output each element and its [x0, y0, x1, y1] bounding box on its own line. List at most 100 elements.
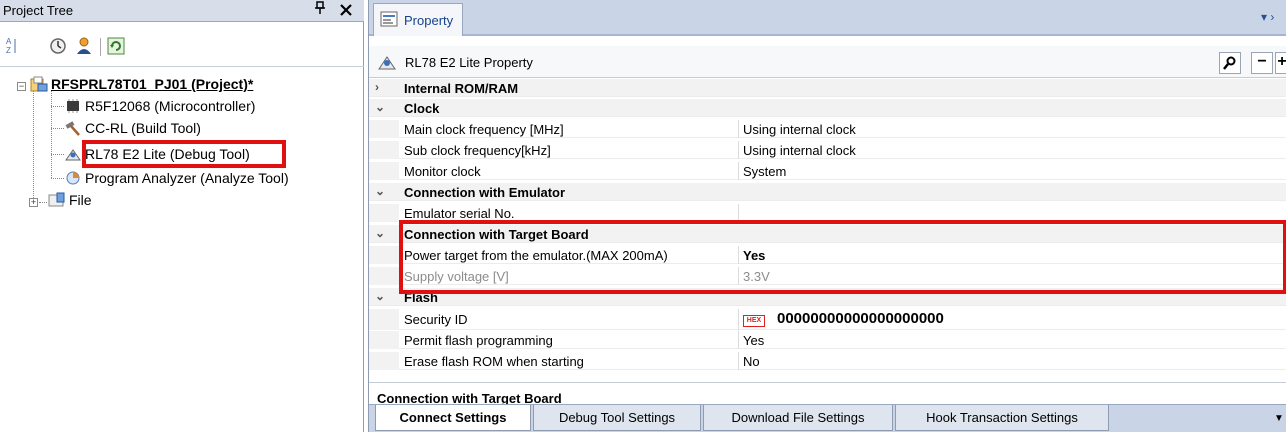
- property-value[interactable]: Yes: [743, 333, 764, 348]
- row-gutter: [369, 331, 399, 349]
- tree-line: [51, 128, 64, 129]
- pin-icon[interactable]: [314, 1, 326, 18]
- tab-label: Property: [404, 13, 454, 28]
- category-connection-emulator[interactable]: ⌄ Connection with Emulator: [369, 183, 1286, 201]
- property-header: RL78 E2 Lite Property − +: [369, 46, 1286, 78]
- column-divider: [738, 141, 739, 159]
- search-icon[interactable]: [1219, 52, 1241, 74]
- row-gutter: [369, 309, 399, 330]
- property-row[interactable]: Monitor clock System: [369, 162, 1286, 180]
- project-tree-toolbar: AZ: [0, 34, 364, 60]
- row-gutter: [369, 246, 399, 264]
- close-icon[interactable]: [340, 0, 352, 21]
- debug-tool-icon: [377, 53, 397, 74]
- chevron-down-icon[interactable]: ▾ ›: [1261, 10, 1274, 24]
- property-name: Main clock frequency [MHz]: [404, 122, 564, 137]
- tab-label: Download File Settings: [731, 410, 865, 425]
- analyzer-icon: [64, 170, 82, 186]
- expand-all-button[interactable]: +: [1275, 52, 1286, 74]
- property-row[interactable]: Sub clock frequency[kHz] Using internal …: [369, 141, 1286, 159]
- tab-label: Debug Tool Settings: [558, 410, 676, 425]
- category-clock[interactable]: ⌄ Clock: [369, 99, 1286, 117]
- property-value[interactable]: Using internal clock: [743, 143, 856, 158]
- tree-item-file[interactable]: File: [48, 190, 92, 210]
- property-name: Emulator serial No.: [404, 206, 515, 221]
- toolbar-separator: [100, 38, 101, 56]
- bottom-tabbar: Connect Settings Debug Tool Settings Dow…: [369, 404, 1286, 432]
- chevron-right-icon[interactable]: ›: [375, 80, 389, 94]
- row-gutter: [369, 352, 399, 370]
- chevron-down-icon[interactable]: ⌄: [375, 289, 389, 303]
- user-icon[interactable]: [74, 36, 94, 56]
- clock-icon[interactable]: [48, 36, 68, 56]
- tab-hook-transaction-settings[interactable]: Hook Transaction Settings: [895, 405, 1109, 431]
- property-name: Security ID: [404, 312, 468, 327]
- collapse-toggle[interactable]: −: [17, 82, 26, 91]
- property-row[interactable]: Security ID HEX 00000000000000000000: [369, 309, 1286, 330]
- tree-item-project[interactable]: RFSPRL78T01_PJ01 (Project)*: [30, 74, 253, 94]
- hex-badge: HEX: [743, 315, 765, 327]
- column-divider: [738, 352, 739, 370]
- tree-item-analyze-tool[interactable]: Program Analyzer (Analyze Tool): [64, 168, 289, 188]
- project-label: RFSPRL78T01_PJ01 (Project)*: [51, 76, 254, 92]
- tab-connect-settings[interactable]: Connect Settings: [375, 405, 531, 431]
- expand-toggle[interactable]: +: [29, 198, 38, 207]
- row-gutter: [369, 162, 399, 180]
- collapse-all-button[interactable]: −: [1251, 52, 1273, 74]
- row-gutter: [369, 267, 399, 285]
- debug-tool-icon: [64, 146, 82, 162]
- chevron-down-icon[interactable]: ⌄: [375, 184, 389, 198]
- chip-icon: [64, 98, 82, 114]
- project-tree-title: Project Tree: [3, 3, 74, 18]
- row-gutter: [369, 204, 399, 222]
- chevron-down-icon[interactable]: ▼: [1274, 413, 1284, 424]
- property-tabbar: Property ▾ ›: [369, 0, 1286, 36]
- chevron-down-icon[interactable]: ⌄: [375, 100, 389, 114]
- property-value[interactable]: No: [743, 354, 760, 369]
- property-value[interactable]: 00000000000000000000: [777, 310, 944, 327]
- project-icon: [30, 76, 48, 92]
- highlight-box: [82, 140, 286, 168]
- tree-line: [33, 86, 34, 202]
- property-name: Permit flash programming: [404, 333, 553, 348]
- property-value[interactable]: System: [743, 164, 786, 179]
- category-label: Connection with Emulator: [404, 185, 566, 200]
- tab-property[interactable]: Property: [373, 3, 463, 36]
- property-name: Monitor clock: [404, 164, 481, 179]
- chevron-down-icon[interactable]: ⌄: [375, 226, 389, 240]
- tree-item-microcontroller[interactable]: R5F12068 (Microcontroller): [64, 96, 255, 116]
- property-tab-icon: [380, 11, 398, 30]
- column-divider: [738, 331, 739, 349]
- refresh-icon[interactable]: [106, 36, 126, 56]
- category-label: Internal ROM/RAM: [404, 81, 519, 96]
- property-name: Erase flash ROM when starting: [404, 354, 584, 369]
- property-row[interactable]: Erase flash ROM when starting No: [369, 352, 1286, 370]
- tree-line: [39, 202, 47, 203]
- row-gutter: [369, 120, 399, 138]
- property-value[interactable]: Using internal clock: [743, 122, 856, 137]
- svg-text:Z: Z: [6, 46, 11, 55]
- tree-line: [51, 106, 64, 107]
- toolbar-divider: [0, 66, 364, 67]
- property-panel: Property ▾ › RL78 E2 Lite Property − + ›…: [368, 0, 1286, 432]
- property-title: RL78 E2 Lite Property: [405, 55, 533, 70]
- tab-debug-tool-settings[interactable]: Debug Tool Settings: [533, 405, 701, 431]
- folder-icon: [48, 192, 66, 208]
- property-row[interactable]: Permit flash programming Yes: [369, 331, 1286, 349]
- sort-icon[interactable]: AZ: [4, 36, 24, 56]
- tab-label: Hook Transaction Settings: [926, 410, 1078, 425]
- tree-item-label: CC-RL (Build Tool): [85, 120, 201, 136]
- property-row[interactable]: Main clock frequency [MHz] Using interna…: [369, 120, 1286, 138]
- tree-item-label: Program Analyzer (Analyze Tool): [85, 170, 289, 186]
- project-tree-titlebar: Project Tree: [0, 0, 364, 22]
- row-gutter: [369, 141, 399, 159]
- tree-item-build-tool[interactable]: CC-RL (Build Tool): [64, 118, 201, 138]
- property-name: Sub clock frequency[kHz]: [404, 143, 551, 158]
- column-divider: [738, 162, 739, 180]
- tab-label: Connect Settings: [399, 410, 507, 425]
- hammer-icon: [64, 120, 82, 136]
- project-tree-panel: Project Tree AZ − RFSPRL78T01_PJ01 (Proj…: [0, 0, 364, 432]
- category-internal-rom-ram[interactable]: › Internal ROM/RAM: [369, 79, 1286, 97]
- highlight-box: [399, 220, 1286, 294]
- tab-download-file-settings[interactable]: Download File Settings: [703, 405, 893, 431]
